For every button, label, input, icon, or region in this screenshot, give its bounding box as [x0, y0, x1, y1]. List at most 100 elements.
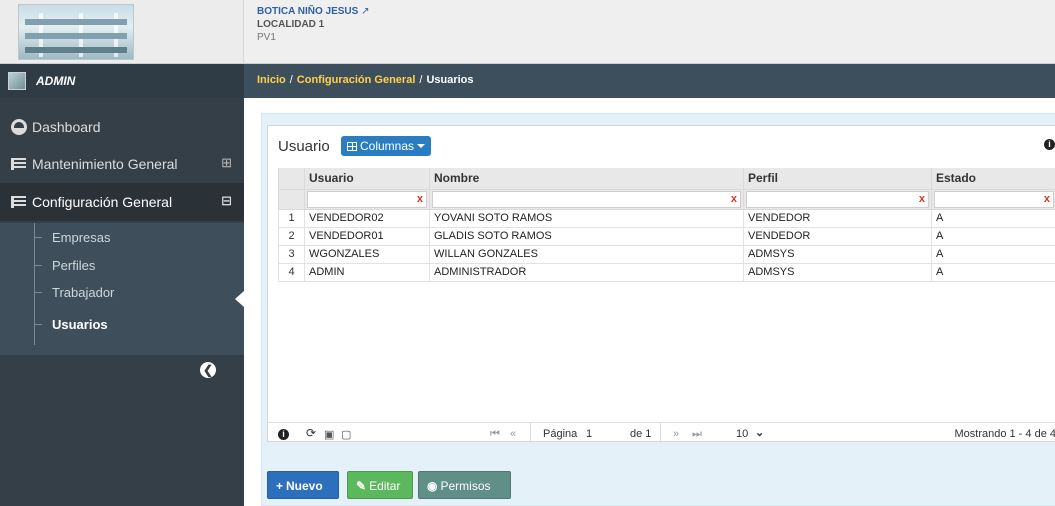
- clear-filter-icon[interactable]: x: [919, 193, 925, 205]
- sidebar-item-label: Usuarios: [52, 317, 108, 332]
- logo-area: [0, 0, 244, 64]
- table-icon: [347, 142, 357, 151]
- clear-filter-icon[interactable]: x: [731, 193, 737, 205]
- collapse-icon[interactable]: ⊟: [221, 193, 232, 209]
- next-page-icon[interactable]: »: [673, 428, 679, 440]
- table-row[interactable]: 2 VENDEDOR01 GLADIS SOTO RAMOS VENDEDOR …: [278, 226, 1055, 246]
- sidebar-item-mantenimiento[interactable]: Mantenimiento General ⊞: [0, 145, 244, 183]
- table-row[interactable]: 1 VENDEDOR02 YOVANI SOTO RAMOS VENDEDOR …: [278, 208, 1055, 228]
- breadcrumb-section[interactable]: Configuración General: [297, 74, 416, 86]
- filter-input[interactable]: x: [934, 190, 1054, 208]
- pharmacy-logo-image: [18, 4, 134, 60]
- cell-estado[interactable]: A: [931, 244, 1055, 264]
- sidebar-item-dashboard[interactable]: Dashboard: [0, 108, 244, 146]
- panel-title: Usuario: [278, 138, 330, 155]
- avatar: [8, 72, 26, 90]
- clear-filter-icon[interactable]: x: [417, 193, 423, 205]
- excel-export-icon[interactable]: ▣: [324, 428, 334, 441]
- page-size-select[interactable]: 10: [736, 428, 748, 440]
- row-number: 2: [278, 226, 305, 246]
- filter-input[interactable]: x: [432, 190, 741, 208]
- sidebar-item-label: Configuración General: [32, 194, 173, 210]
- sidebar-item-configuracion[interactable]: Configuración General ⊟: [0, 183, 244, 221]
- submenu-configuracion: Empresas Perfiles Trabajador Usuarios: [0, 223, 244, 355]
- cell-usuario[interactable]: ADMIN: [304, 262, 430, 282]
- column-header-nombre[interactable]: Nombre: [429, 168, 744, 190]
- filter-nombre[interactable]: x: [429, 188, 744, 210]
- location-label: LOCALIDAD 1: [257, 19, 325, 30]
- active-indicator: [235, 291, 244, 307]
- edit-button[interactable]: ✎ Editar: [347, 471, 413, 499]
- column-header-estado[interactable]: Estado: [931, 168, 1055, 190]
- permissions-button-label: Permisos: [440, 479, 491, 493]
- breadcrumb-current: Usuarios: [426, 74, 474, 86]
- sidebar-collapse-icon[interactable]: ❮: [200, 362, 216, 378]
- pager-divider: [660, 423, 661, 443]
- sidebar-item-label: Trabajador: [52, 285, 115, 300]
- cell-nombre[interactable]: WILLAN GONZALES: [429, 244, 744, 264]
- users-panel: Usuario Columnas i Usuario Nombre Perfil…: [267, 125, 1055, 443]
- table-row[interactable]: 3 WGONZALES WILLAN GONZALES ADMSYS A: [278, 244, 1055, 264]
- table-row[interactable]: 4 ADMIN ADMINISTRADOR ADMSYS A: [278, 262, 1055, 282]
- filter-perfil[interactable]: x: [743, 188, 932, 210]
- cell-estado[interactable]: A: [931, 262, 1055, 282]
- columns-button-label: Columnas: [360, 139, 415, 153]
- filter-input[interactable]: x: [307, 190, 427, 208]
- column-header-usuario[interactable]: Usuario: [304, 168, 430, 190]
- page-label: Página: [543, 428, 578, 440]
- filter-spacer: [278, 188, 305, 210]
- cell-perfil[interactable]: ADMSYS: [743, 262, 932, 282]
- user-bar: ADMIN: [0, 64, 244, 98]
- columns-dropdown-button[interactable]: Columnas: [341, 136, 432, 156]
- company-name[interactable]: BOTICA NIÑO JESUS: [257, 6, 358, 17]
- breadcrumb-separator: /: [289, 74, 293, 86]
- permissions-button[interactable]: ◉ Permisos: [418, 471, 511, 499]
- page-total-label: de 1: [630, 428, 652, 440]
- cell-usuario[interactable]: WGONZALES: [304, 244, 430, 264]
- new-button[interactable]: + Nuevo: [267, 471, 339, 499]
- clear-filter-icon[interactable]: x: [1044, 193, 1050, 205]
- first-page-icon[interactable]: ⏮: [490, 428, 500, 441]
- info-icon[interactable]: i: [1044, 139, 1055, 150]
- cell-estado[interactable]: A: [931, 208, 1055, 228]
- chevron-down-icon[interactable]: ⌄: [755, 426, 764, 439]
- sidebar-item-label: Mantenimiento General: [32, 156, 178, 172]
- edit-icon: ✎: [356, 479, 367, 493]
- pager: i ⟳ ▣ ▢ ⏮ « Página 1 de 1 » ⏭ 10 ⌄ Mostr…: [268, 422, 1055, 443]
- refresh-icon[interactable]: ⟳: [306, 426, 316, 440]
- cell-nombre[interactable]: YOVANI SOTO RAMOS: [429, 208, 744, 228]
- caret-down-icon: [417, 144, 426, 148]
- prev-page-icon[interactable]: «: [510, 428, 516, 440]
- sidebar-item-label: Perfiles: [52, 258, 96, 273]
- edit-button-label: Editar: [369, 479, 401, 493]
- filter-usuario[interactable]: x: [304, 188, 430, 210]
- breadcrumb-home[interactable]: Inicio: [257, 74, 286, 86]
- filter-input[interactable]: x: [746, 190, 929, 208]
- cell-nombre[interactable]: ADMINISTRADOR: [429, 262, 744, 282]
- records-count: Mostrando 1 - 4 de 4: [954, 428, 1055, 440]
- page-input[interactable]: 1: [586, 428, 592, 440]
- row-number: 3: [278, 244, 305, 264]
- filter-estado[interactable]: x: [931, 188, 1055, 210]
- cell-estado[interactable]: A: [931, 226, 1055, 246]
- last-page-icon[interactable]: ⏭: [692, 428, 702, 441]
- list-icon: [11, 194, 27, 208]
- user-name[interactable]: ADMIN: [36, 74, 75, 88]
- info-icon[interactable]: i: [278, 429, 289, 440]
- company-name-link[interactable]: BOTICA NIÑO JESUS ↗: [257, 5, 369, 18]
- new-button-label: Nuevo: [286, 479, 323, 493]
- cell-perfil[interactable]: VENDEDOR: [743, 208, 932, 228]
- company-header: BOTICA NIÑO JESUS ↗ LOCALIDAD 1 PV1: [244, 0, 1055, 64]
- cell-nombre[interactable]: GLADIS SOTO RAMOS: [429, 226, 744, 246]
- cell-usuario[interactable]: VENDEDOR02: [304, 208, 430, 228]
- pager-divider: [530, 423, 531, 443]
- expand-icon[interactable]: ⊞: [221, 155, 232, 171]
- cell-usuario[interactable]: VENDEDOR01: [304, 226, 430, 246]
- main-content: Usuario Columnas i Usuario Nombre Perfil…: [244, 98, 1055, 506]
- column-header-perfil[interactable]: Perfil: [743, 168, 932, 190]
- cell-perfil[interactable]: ADMSYS: [743, 244, 932, 264]
- external-link-icon[interactable]: ↗: [361, 6, 369, 17]
- cell-perfil[interactable]: VENDEDOR: [743, 226, 932, 246]
- pdf-export-icon[interactable]: ▢: [341, 428, 351, 441]
- users-grid: Usuario Nombre Perfil Estado x x x x 1 V…: [278, 168, 1055, 282]
